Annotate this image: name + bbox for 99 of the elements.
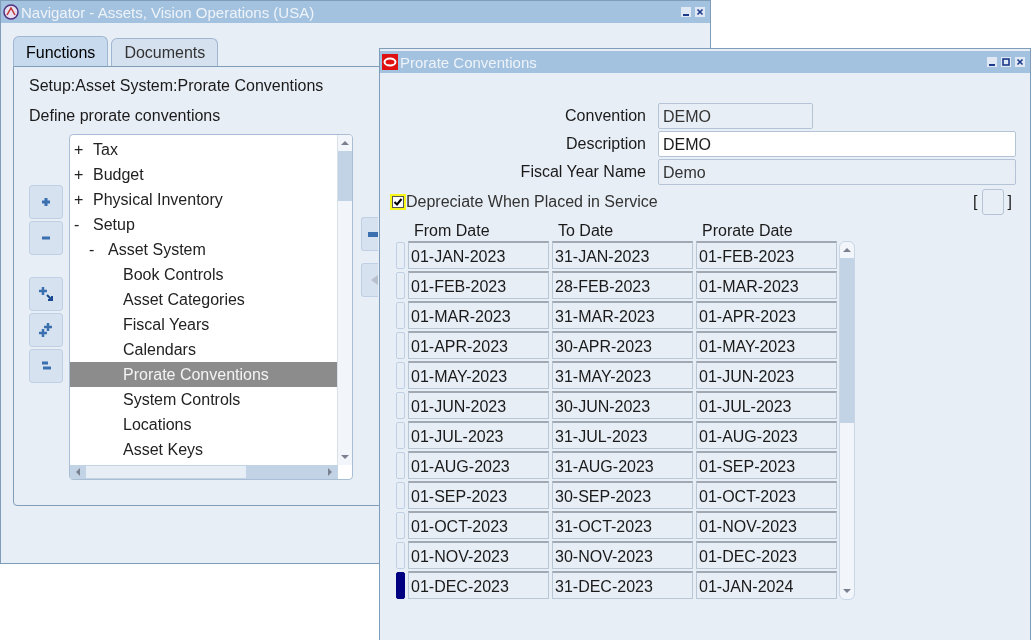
left-arrow-icon[interactable] [75, 467, 81, 477]
open-button[interactable] [361, 217, 378, 251]
tab[interactable]: Documents [111, 38, 219, 66]
minimize-icon[interactable] [680, 6, 692, 18]
maximize-icon[interactable] [1000, 56, 1012, 68]
table-cell[interactable]: 28-FEB-2023 [552, 271, 693, 299]
table-cell[interactable]: 01-APR-2023 [408, 331, 549, 359]
bracket: [ [972, 193, 979, 211]
table-cell[interactable]: 01-MAY-2023 [696, 331, 837, 359]
field-label: Description [564, 135, 646, 153]
scroll-thumb[interactable] [338, 151, 352, 201]
table-cell[interactable]: 01-DEC-2023 [696, 541, 837, 569]
bar-icon [368, 231, 378, 237]
table-cell[interactable]: 01-JUN-2023 [696, 361, 837, 389]
close-icon[interactable] [1014, 56, 1026, 68]
plus-arrow-icon [38, 286, 54, 302]
input-field[interactable]: Demo [658, 159, 1016, 185]
table-cell[interactable]: 31-OCT-2023 [552, 511, 693, 539]
table-cell[interactable]: 01-JAN-2024 [696, 571, 837, 599]
function-description: Define prorate conventions [29, 107, 221, 125]
table-cell[interactable]: 01-JUN-2023 [408, 391, 549, 419]
scroll-thumb[interactable] [86, 466, 246, 478]
table-cell[interactable]: 01-JAN-2023 [408, 241, 549, 269]
input-field[interactable]: DEMO [658, 103, 813, 129]
tree-item[interactable]: Book Controls [70, 262, 338, 287]
horizontal-scrollbar[interactable] [70, 465, 338, 479]
table-cell[interactable]: 01-MAR-2023 [696, 271, 837, 299]
table-cell[interactable]: 31-DEC-2023 [552, 571, 693, 599]
table-cell[interactable]: 30-JUN-2023 [552, 391, 693, 419]
app-icon [382, 54, 398, 70]
table-cell[interactable]: 31-JAN-2023 [552, 241, 693, 269]
table-cell[interactable]: 30-SEP-2023 [552, 481, 693, 509]
tree-item[interactable]: System Controls [70, 387, 338, 412]
table-cell[interactable]: 01-SEP-2023 [696, 451, 837, 479]
close-icon[interactable] [694, 6, 706, 18]
tree-item[interactable]: - Setup [70, 212, 338, 237]
table-cell[interactable]: 01-NOV-2023 [696, 511, 837, 539]
back-button[interactable] [361, 263, 378, 297]
bracket: ] [1006, 193, 1013, 211]
table-cell[interactable]: 01-MAY-2023 [408, 361, 549, 389]
expand-button[interactable] [29, 185, 63, 219]
table-cell[interactable]: 30-NOV-2023 [552, 541, 693, 569]
tree-item[interactable]: Fiscal Years [70, 312, 338, 337]
tab[interactable]: Functions [13, 36, 109, 66]
down-arrow-icon[interactable] [340, 454, 350, 460]
collapse-button[interactable] [29, 221, 63, 255]
tree-item[interactable]: Asset Keys [70, 437, 338, 462]
checkbox[interactable] [392, 196, 404, 208]
table-cell[interactable]: 31-MAR-2023 [552, 301, 693, 329]
table-cell[interactable]: 01-DEC-2023 [408, 571, 549, 599]
table-cell[interactable]: 31-JUL-2023 [552, 421, 693, 449]
tree-item[interactable]: + Budget [70, 162, 338, 187]
table-cell[interactable]: 01-SEP-2023 [408, 481, 549, 509]
table-cell[interactable]: 01-AUG-2023 [408, 451, 549, 479]
plus-icon [40, 196, 52, 208]
tree-item[interactable]: Asset Categories [70, 287, 338, 312]
table-cell[interactable]: 01-OCT-2023 [408, 511, 549, 539]
column-header: Prorate Date [701, 222, 794, 240]
scroll-thumb[interactable] [840, 258, 854, 423]
table-cell[interactable]: 30-APR-2023 [552, 331, 693, 359]
table-cell[interactable]: 01-JUL-2023 [696, 391, 837, 419]
flexfield-box[interactable] [981, 189, 1004, 215]
expand-all-button[interactable] [29, 313, 63, 347]
table-cell[interactable]: 01-FEB-2023 [696, 241, 837, 269]
checkbox-label: Depreciate When Placed in Service [406, 193, 658, 211]
tree-item[interactable]: + Tax [70, 137, 338, 162]
window-title: Prorate Conventions [400, 53, 537, 71]
double-plus-icon [38, 322, 54, 338]
table-cell[interactable]: 01-AUG-2023 [696, 421, 837, 449]
breadcrumb: Setup:Asset System:Prorate Conventions [29, 77, 324, 95]
table-cell[interactable]: 31-MAY-2023 [552, 361, 693, 389]
table-cell[interactable]: 01-OCT-2023 [696, 481, 837, 509]
field-label: Convention [564, 107, 646, 125]
table-cell[interactable]: 01-MAR-2023 [408, 301, 549, 329]
table-cell[interactable]: 01-FEB-2023 [408, 271, 549, 299]
scrollbar[interactable] [839, 241, 855, 600]
left-arrow-icon [371, 275, 378, 285]
down-arrow-icon[interactable] [842, 588, 852, 594]
table-cell[interactable]: 01-JUL-2023 [408, 421, 549, 449]
table-cell[interactable]: 31-AUG-2023 [552, 451, 693, 479]
minimize-icon[interactable] [986, 56, 998, 68]
tree-item[interactable]: Calendars [70, 337, 338, 362]
scrollbar[interactable] [337, 135, 352, 465]
tree-item[interactable]: - Asset System [70, 237, 338, 262]
table-cell[interactable]: 01-APR-2023 [696, 301, 837, 329]
tree-item[interactable]: Locations [70, 412, 338, 437]
tree-item[interactable]: + Physical Inventory [70, 187, 338, 212]
table-cell[interactable]: 01-NOV-2023 [408, 541, 549, 569]
up-arrow-icon[interactable] [842, 247, 852, 253]
up-arrow-icon[interactable] [340, 140, 350, 146]
field-label: Fiscal Year Name [519, 163, 646, 181]
right-arrow-icon[interactable] [327, 467, 333, 477]
expand-branch-button[interactable] [29, 277, 63, 311]
column-header: To Date [557, 222, 615, 240]
collapse-all-button[interactable] [29, 349, 63, 383]
input-field[interactable]: DEMO [658, 131, 1016, 157]
row-indicator[interactable] [396, 571, 405, 599]
window-title: Navigator - Assets, Vision Operations (USA) [21, 3, 315, 21]
column-header: From Date [413, 222, 491, 240]
